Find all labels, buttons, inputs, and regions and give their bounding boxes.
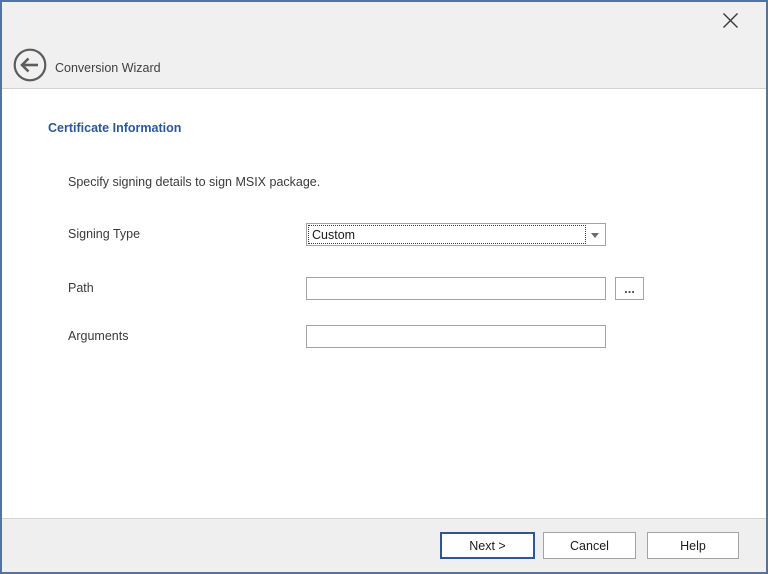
path-label: Path	[68, 277, 94, 300]
close-button[interactable]	[717, 9, 743, 35]
browse-button[interactable]: ...	[615, 277, 644, 300]
arguments-input[interactable]	[306, 325, 606, 348]
wizard-page-certificate-information: Certificate Information Specify signing …	[2, 90, 766, 518]
close-icon	[722, 12, 739, 32]
page-title: Certificate Information	[48, 121, 181, 135]
help-button[interactable]: Help	[647, 532, 739, 559]
arguments-label: Arguments	[68, 325, 128, 348]
back-button[interactable]	[13, 48, 47, 82]
page-description: Specify signing details to sign MSIX pac…	[68, 175, 320, 189]
signing-type-combobox[interactable]: Custom	[306, 223, 606, 246]
path-input[interactable]	[306, 277, 606, 300]
cancel-button[interactable]: Cancel	[543, 532, 636, 559]
wizard-title: Conversion Wizard	[55, 61, 161, 76]
conversion-wizard-dialog: Conversion Wizard Certificate Informatio…	[0, 0, 768, 574]
signing-type-label: Signing Type	[68, 223, 140, 246]
chevron-down-icon	[591, 233, 599, 238]
wizard-header: Conversion Wizard	[2, 2, 766, 89]
signing-type-value: Custom	[309, 228, 355, 242]
back-arrow-icon	[13, 70, 47, 85]
next-button[interactable]: Next >	[440, 532, 535, 559]
combobox-focus-rect: Custom	[309, 226, 585, 243]
wizard-footer: Next > Cancel Help	[2, 518, 766, 572]
